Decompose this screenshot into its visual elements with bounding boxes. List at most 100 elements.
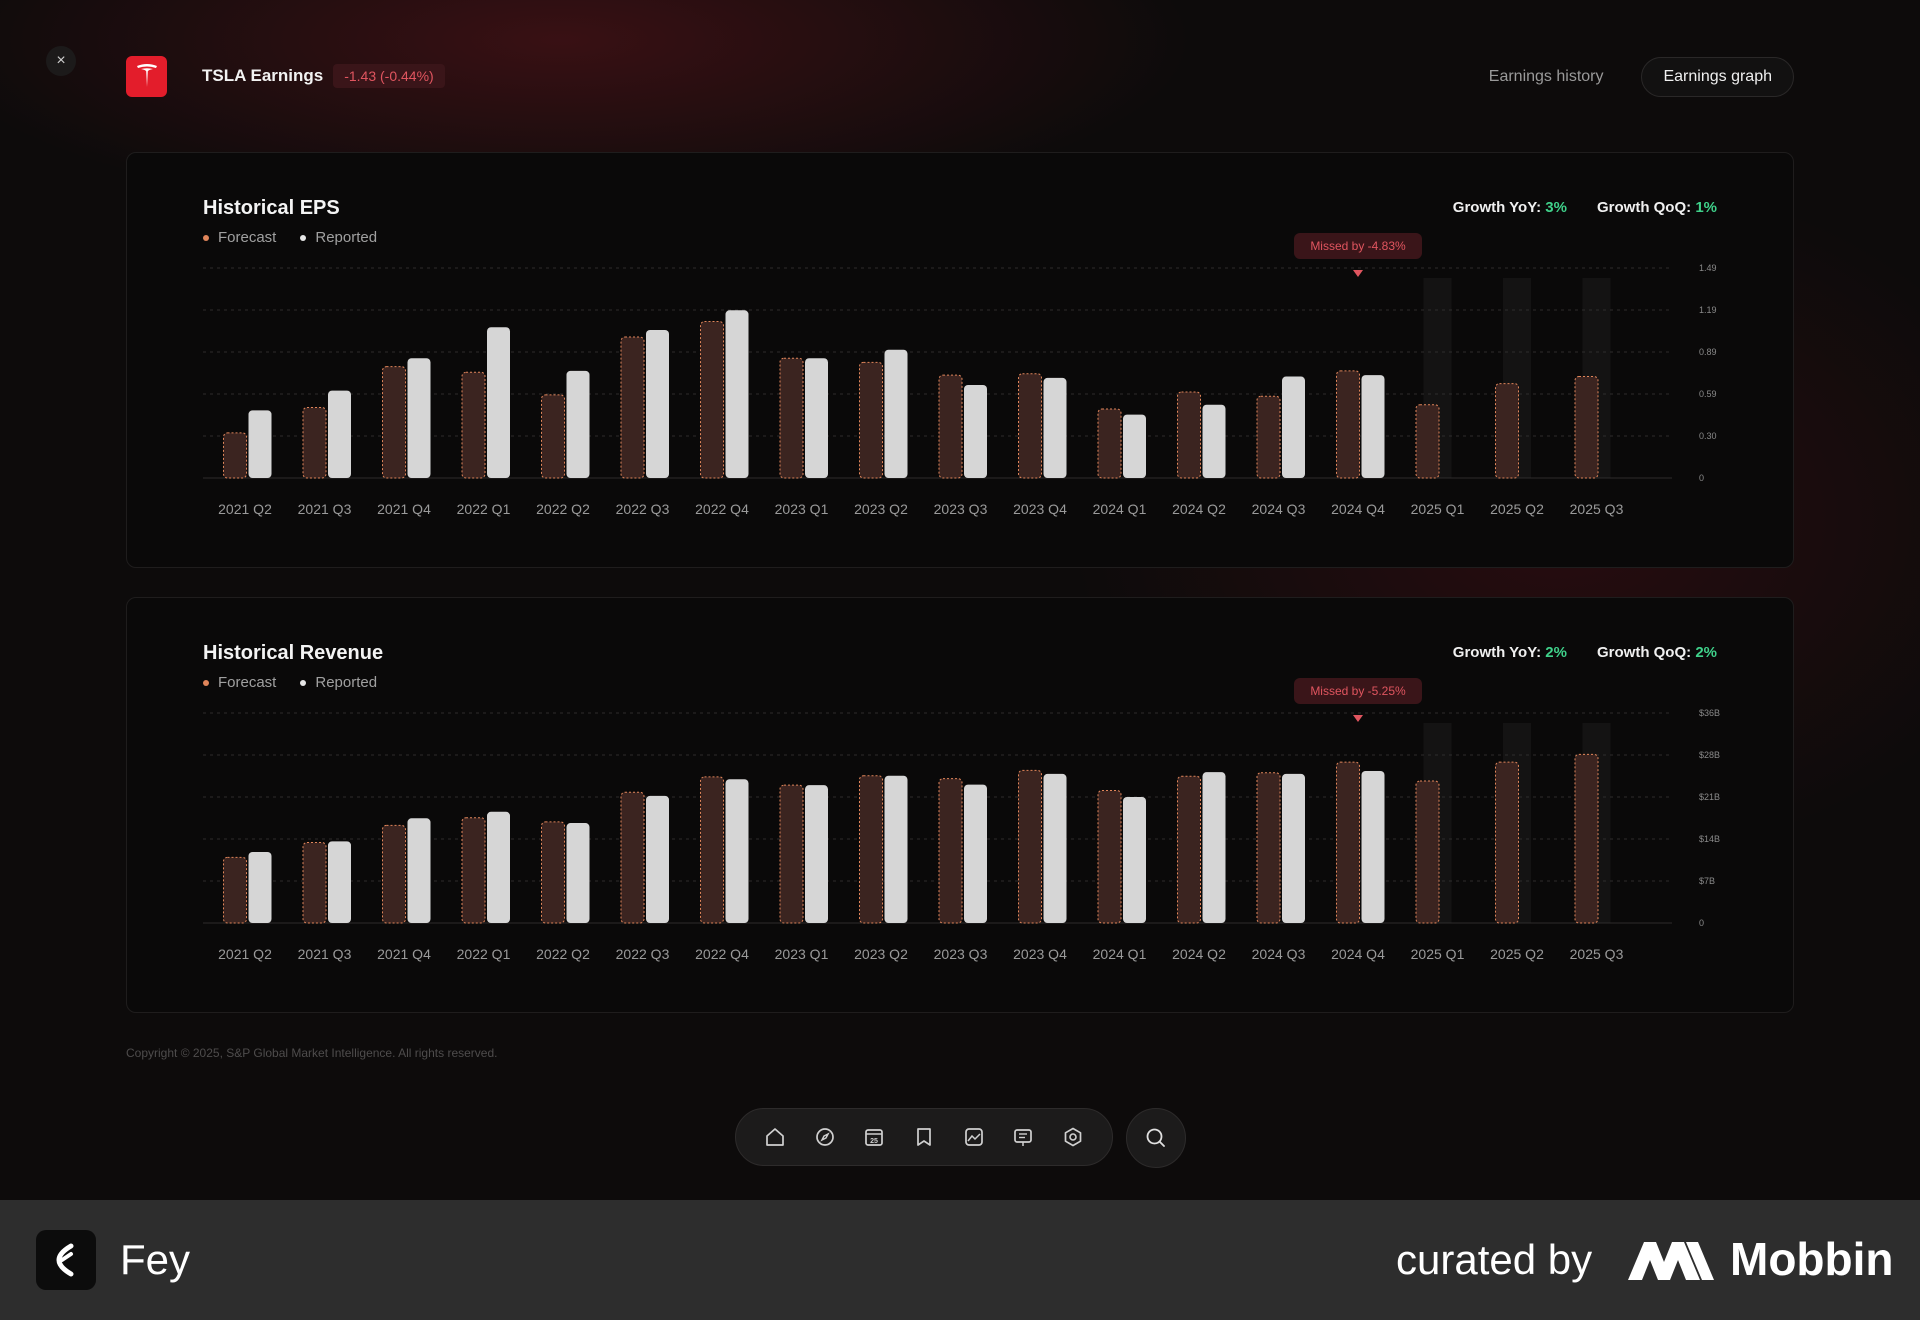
fey-logo-icon bbox=[56, 1243, 74, 1277]
forecast-bar[interactable] bbox=[859, 775, 883, 924]
eps-chart-card: Historical EPS Forecast Reported Growth … bbox=[126, 152, 1794, 568]
forecast-bar[interactable] bbox=[382, 824, 406, 924]
forecast-bar[interactable] bbox=[1574, 753, 1599, 924]
reported-bar[interactable] bbox=[725, 310, 749, 478]
tab-earnings-history[interactable]: Earnings history bbox=[1475, 58, 1618, 96]
y-tick-label: $21B bbox=[1699, 792, 1720, 802]
x-tick-label: 2023 Q3 bbox=[934, 501, 988, 517]
reported-bar[interactable] bbox=[1361, 375, 1385, 478]
search-icon bbox=[1146, 1128, 1165, 1147]
compass-icon[interactable] bbox=[811, 1123, 839, 1151]
forecast-bar[interactable] bbox=[461, 371, 486, 479]
close-icon: × bbox=[56, 52, 66, 69]
forecast-bar[interactable] bbox=[779, 357, 804, 479]
forecast-bar[interactable] bbox=[302, 842, 327, 924]
x-tick-label: 2022 Q3 bbox=[616, 946, 670, 962]
reported-bar[interactable] bbox=[646, 330, 669, 478]
forecast-bar[interactable] bbox=[223, 432, 247, 479]
reported-bar[interactable] bbox=[884, 349, 908, 478]
forecast-bar[interactable] bbox=[1495, 383, 1519, 479]
tab-earnings-graph[interactable]: Earnings graph bbox=[1641, 57, 1794, 97]
reported-bar[interactable] bbox=[328, 841, 351, 923]
forecast-bar[interactable] bbox=[1336, 370, 1360, 479]
calendar-icon[interactable]: 25 bbox=[860, 1123, 888, 1151]
reported-bar[interactable] bbox=[328, 390, 351, 478]
forecast-bar[interactable] bbox=[1177, 391, 1201, 479]
reported-bar[interactable] bbox=[1202, 772, 1226, 923]
x-tick-label: 2025 Q1 bbox=[1411, 501, 1465, 517]
reported-bar[interactable] bbox=[646, 795, 669, 923]
forecast-bar[interactable] bbox=[1018, 769, 1042, 924]
forecast-bar[interactable] bbox=[461, 817, 486, 924]
close-button[interactable]: × bbox=[46, 46, 76, 76]
forecast-bar[interactable] bbox=[1256, 395, 1281, 479]
app-name: Fey bbox=[120, 1236, 191, 1283]
copyright-notice: Copyright © 2025, S&P Global Market Inte… bbox=[126, 1046, 498, 1060]
forecast-bar[interactable] bbox=[1018, 373, 1042, 479]
reported-bar[interactable] bbox=[964, 384, 987, 478]
reported-bar[interactable] bbox=[407, 818, 431, 923]
revenue-bar-chart: 0 $7B $14B $21B $28B $36B 2021 Q2 2021 Q3 2021 Q… bbox=[203, 678, 1720, 962]
forecast-bar[interactable] bbox=[620, 791, 645, 924]
forecast-bar[interactable] bbox=[779, 784, 804, 924]
x-tick-label: 2024 Q3 bbox=[1252, 501, 1306, 517]
reported-bar[interactable] bbox=[1202, 404, 1226, 478]
x-tick-label: 2021 Q2 bbox=[218, 946, 272, 962]
bookmark-icon[interactable] bbox=[910, 1123, 938, 1151]
forecast-bar[interactable] bbox=[620, 336, 645, 479]
x-tick-label: 2021 Q4 bbox=[377, 501, 431, 517]
forecast-bar[interactable] bbox=[1256, 772, 1281, 924]
forecast-bar[interactable] bbox=[223, 856, 247, 924]
forecast-bar[interactable] bbox=[700, 321, 724, 479]
x-tick-label: 2025 Q3 bbox=[1570, 946, 1624, 962]
reported-bar[interactable] bbox=[1123, 414, 1146, 478]
forecast-bar[interactable] bbox=[1495, 761, 1519, 924]
reported-bar[interactable] bbox=[407, 358, 431, 478]
forecast-bar[interactable] bbox=[1097, 789, 1122, 924]
reported-bar[interactable] bbox=[248, 852, 272, 923]
search-button[interactable] bbox=[1126, 1108, 1186, 1168]
forecast-bar[interactable] bbox=[859, 361, 883, 479]
bottom-dock: 25 bbox=[735, 1108, 1113, 1166]
forecast-bar[interactable] bbox=[1097, 408, 1122, 479]
settings-icon[interactable] bbox=[1059, 1123, 1087, 1151]
reported-bar[interactable] bbox=[805, 358, 828, 478]
reported-bar[interactable] bbox=[725, 779, 749, 923]
x-tick-label: 2023 Q1 bbox=[775, 501, 829, 517]
forecast-bar[interactable] bbox=[382, 366, 406, 479]
reported-bar[interactable] bbox=[1361, 770, 1385, 923]
reported-bar[interactable] bbox=[487, 811, 510, 923]
forecast-bar[interactable] bbox=[1415, 404, 1440, 479]
forecast-bar[interactable] bbox=[1177, 775, 1201, 924]
forecast-bar[interactable] bbox=[1574, 376, 1599, 479]
reported-bar[interactable] bbox=[487, 327, 510, 478]
chart-image-icon[interactable] bbox=[960, 1123, 988, 1151]
x-tick-label: 2022 Q1 bbox=[457, 946, 511, 962]
forecast-bar[interactable] bbox=[1336, 761, 1360, 924]
x-tick-label: 2022 Q4 bbox=[695, 946, 749, 962]
forecast-bar[interactable] bbox=[541, 821, 565, 924]
forecast-bar[interactable] bbox=[938, 374, 963, 479]
reported-bar[interactable] bbox=[884, 775, 908, 923]
forecast-bar[interactable] bbox=[700, 776, 724, 924]
home-icon[interactable] bbox=[761, 1123, 789, 1151]
reported-bar[interactable] bbox=[1282, 773, 1305, 923]
x-tick-label: 2023 Q2 bbox=[854, 501, 908, 517]
reported-bar[interactable] bbox=[1043, 377, 1067, 478]
reported-bar[interactable] bbox=[805, 785, 828, 923]
forecast-bar[interactable] bbox=[541, 394, 565, 479]
reported-bar[interactable] bbox=[1123, 797, 1146, 923]
presentation-icon[interactable] bbox=[1009, 1123, 1037, 1151]
x-tick-label: 2024 Q1 bbox=[1093, 946, 1147, 962]
reported-bar[interactable] bbox=[1282, 376, 1305, 478]
forecast-bar[interactable] bbox=[302, 407, 327, 479]
x-tick-label: 2022 Q3 bbox=[616, 501, 670, 517]
mobbin-logo-icon bbox=[1628, 1242, 1714, 1280]
forecast-bar[interactable] bbox=[1415, 780, 1440, 924]
reported-bar[interactable] bbox=[964, 784, 987, 923]
reported-bar[interactable] bbox=[248, 410, 272, 478]
reported-bar[interactable] bbox=[1043, 773, 1067, 923]
reported-bar[interactable] bbox=[566, 823, 590, 923]
reported-bar[interactable] bbox=[566, 370, 590, 478]
forecast-bar[interactable] bbox=[938, 778, 963, 924]
